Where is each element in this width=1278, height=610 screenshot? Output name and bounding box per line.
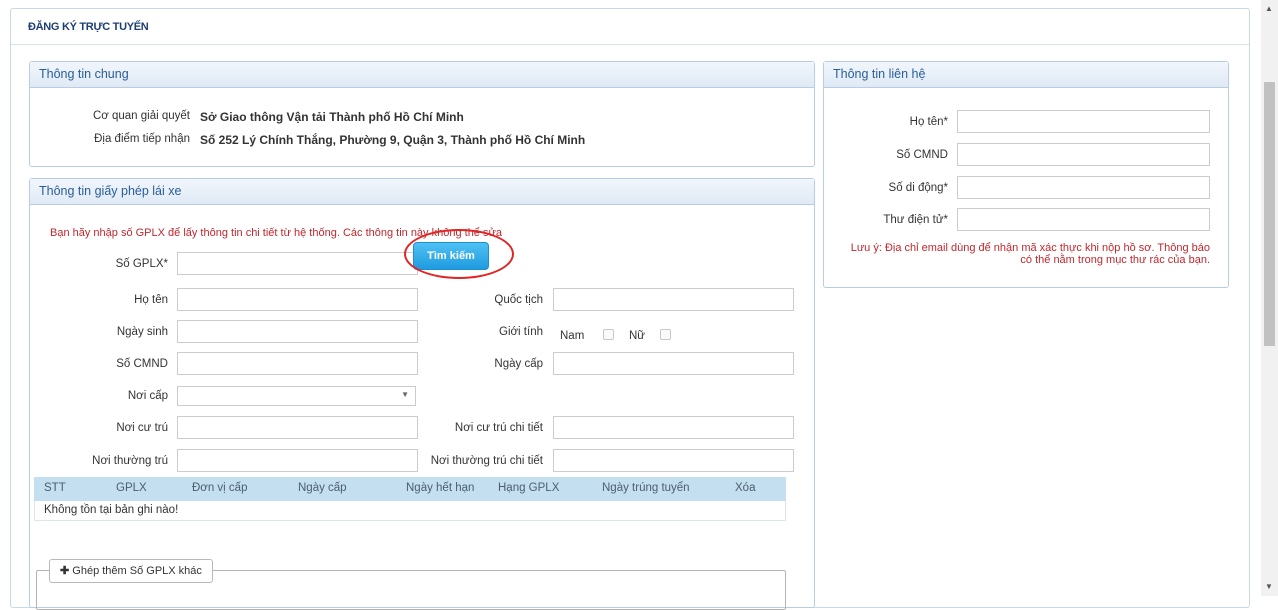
agency-label: Cơ quan giải quyết <box>92 110 190 122</box>
residence-field[interactable] <box>177 416 418 439</box>
scroll-thumb[interactable] <box>1264 82 1275 346</box>
gender-male-label: Nam <box>560 330 585 342</box>
name-label: Họ tên <box>134 294 168 306</box>
issue-place-label: Nơi cấp <box>127 390 168 402</box>
column-header: Ngày cấp <box>298 482 347 494</box>
id-number-field[interactable] <box>177 352 418 375</box>
highlight-circle <box>404 229 514 279</box>
column-header: Đơn vị cấp <box>192 482 248 494</box>
gender-female-checkbox[interactable] <box>660 329 671 340</box>
gplx-input[interactable] <box>177 252 418 275</box>
contact-id-label: Số CMND <box>896 149 948 161</box>
nationality-field[interactable] <box>553 288 794 311</box>
column-header: STT <box>44 482 66 494</box>
gplx-label: Số GPLX* <box>115 258 168 270</box>
page-title: ĐĂNG KÝ TRỰC TUYẾN <box>11 9 1249 45</box>
location-value: Số 252 Lý Chính Thắng, Phường 9, Quận 3,… <box>200 133 586 147</box>
issue-date-field[interactable] <box>553 352 794 375</box>
contact-id-field[interactable] <box>957 143 1210 166</box>
scroll-down-icon[interactable]: ▼ <box>1265 582 1273 591</box>
contact-email-label: Thư điện tử* <box>883 214 948 226</box>
plus-icon: ✚ <box>60 565 70 577</box>
id-number-label: Số CMND <box>116 358 168 370</box>
gender-male-checkbox[interactable] <box>603 329 614 340</box>
name-field[interactable] <box>177 288 418 311</box>
column-header: Ngày hết hạn <box>406 482 475 494</box>
add-license-label: Ghép thêm Số GPLX khác <box>72 565 202 577</box>
gender-label: Giới tính <box>499 326 543 338</box>
chevron-down-icon: ▼ <box>401 390 409 399</box>
issue-date-label: Ngày cấp <box>494 358 543 370</box>
permanent-detail-label: Nơi thường trú chi tiết <box>430 455 543 467</box>
contact-phone-label: Số di động* <box>888 182 948 194</box>
license-info-header: Thông tin giấy phép lái xe <box>30 179 814 205</box>
column-header: Hạng GPLX <box>498 482 560 494</box>
vertical-scrollbar[interactable]: ▲ ▼ <box>1261 0 1278 596</box>
agency-value: Sở Giao thông Vận tải Thành phố Hồ Chí M… <box>200 110 464 124</box>
nationality-label: Quốc tịch <box>494 294 543 306</box>
column-header: GPLX <box>116 482 147 494</box>
column-header: Xóa <box>735 482 756 494</box>
table-empty-row: Không tồn tại bản ghi nào! <box>34 501 786 521</box>
contact-info-header: Thông tin liên hệ <box>824 62 1228 88</box>
general-info-header: Thông tin chung <box>30 62 814 88</box>
residence-detail-field[interactable] <box>553 416 794 439</box>
dob-field[interactable] <box>177 320 418 343</box>
issue-place-select[interactable]: ▼ <box>177 386 416 406</box>
permanent-label: Nơi thường trú <box>92 455 168 467</box>
gender-female-label: Nữ <box>629 330 646 342</box>
add-license-button[interactable]: ✚ Ghép thêm Số GPLX khác <box>49 559 213 583</box>
license-table-header: STT GPLX Đơn vị cấp Ngày cấp Ngày hết hạ… <box>34 477 786 501</box>
scroll-up-icon[interactable]: ▲ <box>1265 4 1273 13</box>
contact-name-field[interactable] <box>957 110 1210 133</box>
contact-name-label: Họ tên* <box>909 116 948 128</box>
residence-detail-label: Nơi cư trú chi tiết <box>454 422 543 434</box>
location-label: Địa điểm tiếp nhận <box>94 133 190 145</box>
permanent-field[interactable] <box>177 449 418 472</box>
dob-label: Ngày sinh <box>116 326 168 338</box>
contact-note: Lưu ý: Địa chỉ email dùng để nhận mã xác… <box>850 242 1210 266</box>
residence-label: Nơi cư trú <box>116 422 168 434</box>
column-header: Ngày trúng tuyển <box>602 482 690 494</box>
permanent-detail-field[interactable] <box>553 449 794 472</box>
contact-email-field[interactable] <box>957 208 1210 231</box>
contact-phone-field[interactable] <box>957 176 1210 199</box>
